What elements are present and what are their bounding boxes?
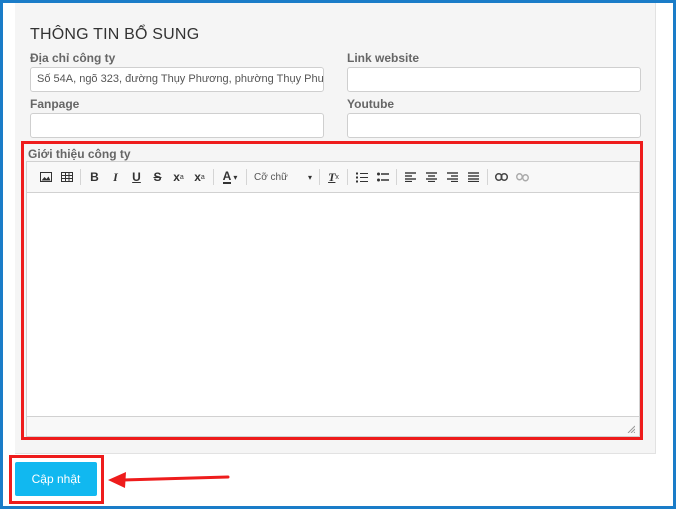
strikethrough-icon[interactable]: S <box>147 167 168 187</box>
address-label: Địa chỉ công ty <box>30 51 116 65</box>
subscript-icon[interactable]: xa <box>168 167 189 187</box>
chevron-down-icon: ▾ <box>307 172 312 182</box>
remove-format-mark: x <box>335 173 339 181</box>
website-label: Link website <box>347 51 420 65</box>
rich-text-editor[interactable]: B I U S xa xa A ▾ Cỡ chữ ▾ Tx <box>26 161 640 437</box>
font-size-value: Cỡ chữ <box>254 171 288 183</box>
website-input[interactable] <box>347 67 641 92</box>
remove-format-icon[interactable]: Tx <box>323 167 344 187</box>
font-color-letter: A <box>222 168 232 184</box>
font-size-select[interactable]: Cỡ chữ ▾ <box>250 167 316 187</box>
align-left-icon[interactable] <box>400 167 421 187</box>
superscript-icon[interactable]: xa <box>189 167 210 187</box>
bold-icon[interactable]: B <box>84 167 105 187</box>
toolbar-separator <box>396 169 397 185</box>
underline-icon[interactable]: U <box>126 167 147 187</box>
resize-handle-icon[interactable] <box>627 425 635 433</box>
toolbar-separator <box>487 169 488 185</box>
editor-toolbar: B I U S xa xa A ▾ Cỡ chữ ▾ Tx <box>27 162 639 193</box>
chevron-down-icon: ▾ <box>233 172 238 182</box>
editor-content-area[interactable] <box>27 193 639 417</box>
toolbar-separator <box>319 169 320 185</box>
align-center-icon[interactable] <box>421 167 442 187</box>
justify-icon[interactable] <box>463 167 484 187</box>
unlink-icon[interactable] <box>512 167 533 187</box>
toolbar-separator <box>213 169 214 185</box>
youtube-label: Youtube <box>347 97 395 111</box>
fanpage-label: Fanpage <box>30 97 80 111</box>
subscript-mark: a <box>179 173 184 181</box>
link-icon[interactable] <box>491 167 512 187</box>
toolbar-separator <box>347 169 348 185</box>
italic-icon[interactable]: I <box>105 167 126 187</box>
bulleted-list-icon[interactable] <box>372 167 393 187</box>
toolbar-separator <box>80 169 81 185</box>
fanpage-input[interactable] <box>30 113 324 138</box>
toolbar-separator <box>246 169 247 185</box>
numbered-list-icon[interactable] <box>351 167 372 187</box>
remove-format-letter: T <box>328 169 336 184</box>
align-right-icon[interactable] <box>442 167 463 187</box>
superscript-mark: a <box>200 173 205 181</box>
subscript-base: x <box>173 170 180 184</box>
address-input[interactable]: Số 54A, ngõ 323, đường Thụy Phương, phườ… <box>30 67 324 92</box>
font-color-icon[interactable]: A ▾ <box>217 167 243 187</box>
section-title: THÔNG TIN BỔ SUNG <box>30 26 200 43</box>
table-icon[interactable] <box>56 167 77 187</box>
editor-status-bar <box>27 416 639 436</box>
update-button[interactable]: Cập nhật <box>15 462 97 496</box>
arrow-icon <box>108 472 230 488</box>
youtube-input[interactable] <box>347 113 641 138</box>
superscript-base: x <box>194 170 201 184</box>
image-icon[interactable] <box>35 167 56 187</box>
